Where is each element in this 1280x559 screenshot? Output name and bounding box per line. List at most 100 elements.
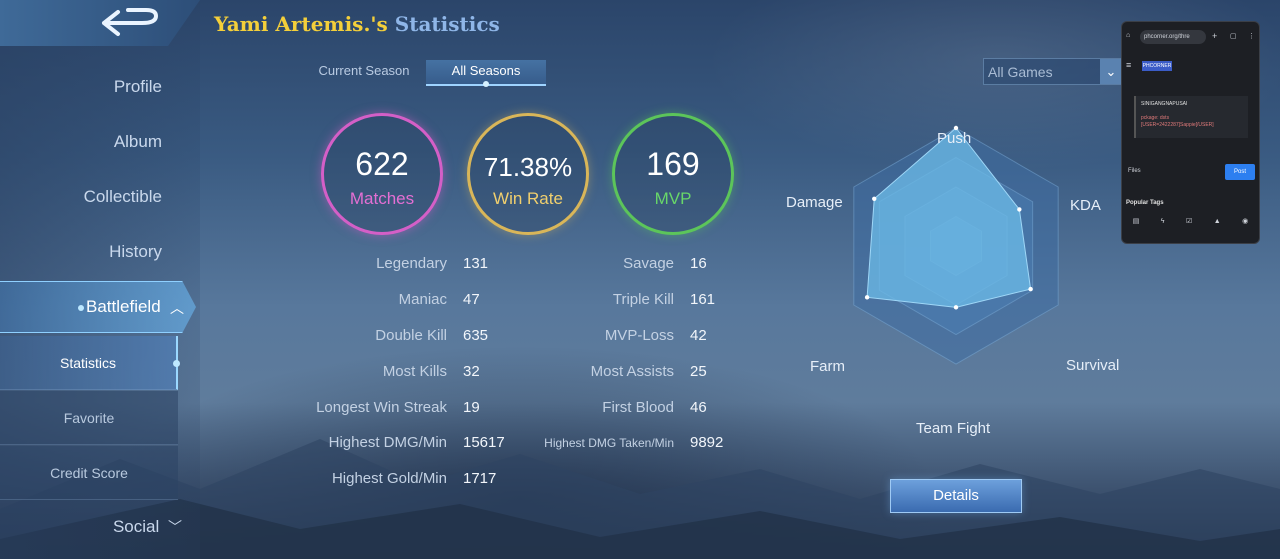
stat-value: 161 (690, 291, 716, 308)
win-rate-value: 71.38% (483, 152, 573, 182)
menu-icon[interactable]: ≡ (1126, 60, 1131, 70)
stat-label: Legendary (376, 255, 447, 272)
tab-all-seasons[interactable]: All Seasons (426, 60, 546, 87)
tab-label: All Seasons (451, 63, 521, 78)
performance-radar-chart (853, 125, 1059, 365)
site-logo[interactable]: PHCORNER (1142, 61, 1172, 71)
stat-value: 47 (463, 291, 480, 308)
sidebar-item-battlefield[interactable]: Battlefield ︿ (0, 281, 196, 333)
radar-label-push: Push (937, 130, 972, 147)
editor-text-line: [USER=2422287]Sappie[/USER] (1141, 122, 1214, 128)
stat-value: 46 (690, 399, 707, 416)
stat-label: Longest Win Streak (316, 399, 447, 416)
radar-label-farm: Farm (810, 358, 845, 375)
chevron-up-icon: ︿ (170, 300, 184, 316)
radar-point-team-fight (953, 305, 959, 310)
radar-label-kda: KDA (1070, 197, 1101, 214)
details-button[interactable]: Details (890, 479, 1022, 513)
chevron-down-icon: ⌄ (1100, 59, 1122, 84)
stat-label: Triple Kill (612, 291, 674, 308)
stat-label: Highest DMG Taken/Min (544, 436, 674, 450)
sidebar-subitem-credit-score[interactable]: Credit Score (0, 446, 178, 500)
title-suffix: Statistics (394, 12, 500, 36)
radar-label-team-fight: Team Fight (916, 420, 991, 437)
stat-value: 635 (463, 327, 489, 344)
url-text[interactable]: phcorner.org/thre (1140, 30, 1206, 44)
game-mode-dropdown[interactable]: All Games ⌄ (983, 58, 1123, 85)
alerts-icon[interactable]: ▲ (1214, 218, 1221, 225)
phone-screen-overlay[interactable]: ⌂ phcorner.org/thre + ▢ ⋮ ≡ PHCORNER SIN… (1121, 21, 1260, 244)
attach-files-button[interactable]: Files (1128, 168, 1141, 174)
stat-value: 15617 (463, 434, 505, 451)
editor-text-line: SINIGANGNAPUSAI (1141, 101, 1188, 107)
stat-value: 32 (463, 363, 480, 380)
browser-url-bar[interactable]: ⌂ phcorner.org/thre + ▢ ⋮ (1126, 30, 1255, 44)
stat-value: 131 (463, 255, 489, 272)
stat-label: Most Assists (590, 363, 674, 380)
active-indicator-dot (78, 305, 84, 311)
win-rate-stat-circle: 71.38% Win Rate (467, 113, 589, 235)
page-title: Yami Artemis.'s Statistics (214, 12, 500, 36)
sidebar-subitem-statistics[interactable]: Statistics (0, 336, 180, 390)
active-indicator-dot (173, 360, 180, 367)
active-indicator-dot (483, 81, 489, 87)
stat-value: 42 (690, 327, 707, 344)
sidebar-item-social[interactable]: Social ﹀ (113, 517, 182, 537)
mvp-stat-circle: 169 MVP (612, 113, 734, 235)
player-name: Yami Artemis.'s (214, 12, 388, 36)
sidebar-item-album[interactable]: Album (114, 132, 162, 152)
chevron-down-icon: ﹀ (168, 519, 182, 535)
stat-value: 16 (690, 255, 707, 272)
stat-label: Highest Gold/Min (331, 470, 447, 487)
bottom-nav: ▤ ϟ ☑ ▲ ◉ (1122, 212, 1259, 230)
radar-point-farm (864, 295, 870, 300)
matches-stat-circle: 622 Matches (321, 113, 443, 235)
editor-text-line: pckage: dsts (1141, 115, 1170, 121)
stat-label: Most Kills (382, 363, 447, 380)
popular-tags-heading: Popular Tags (1126, 200, 1164, 206)
radar-point-kda (1017, 207, 1022, 212)
stat-label: Savage (623, 255, 674, 272)
watched-icon[interactable]: ☑ (1186, 217, 1192, 225)
stat-value: 19 (463, 399, 480, 416)
stat-value: 25 (690, 363, 707, 380)
sidebar-subitem-label: Favorite (63, 410, 115, 426)
sidebar-item-label: Battlefield (86, 297, 161, 316)
radar-data-polygon (866, 127, 1032, 308)
post-editor[interactable]: SINIGANGNAPUSAI pckage: dsts [USER=24222… (1134, 96, 1248, 138)
radar-label-survival: Survival (1066, 357, 1120, 374)
post-button[interactable]: Post (1225, 164, 1255, 180)
sidebar-item-label: Social (112, 517, 160, 536)
home-icon[interactable]: ⌂ (1126, 32, 1130, 39)
sidebar-subitem-label: Credit Score (50, 465, 128, 481)
account-icon[interactable]: ◉ (1242, 217, 1248, 225)
stat-value: 9892 (690, 434, 724, 451)
win-rate-label: Win Rate (493, 189, 563, 208)
stat-label: First Blood (602, 399, 674, 416)
mvp-value: 169 (646, 146, 700, 182)
sidebar-item-profile[interactable]: Profile (114, 77, 162, 97)
stat-label: MVP-Loss (604, 327, 674, 344)
back-button[interactable] (0, 0, 200, 46)
sidebar: Profile Album Collectible History Battle… (0, 0, 200, 559)
sidebar-item-collectible[interactable]: Collectible (84, 187, 162, 207)
sidebar-subitem-favorite[interactable]: Favorite (0, 391, 178, 445)
more-menu-icon[interactable]: ⋮ (1248, 32, 1255, 40)
dropdown-value: All Games (988, 64, 1053, 80)
matches-value: 622 (355, 146, 409, 182)
forums-icon[interactable]: ▤ (1133, 217, 1140, 225)
sidebar-subitem-label: Statistics (59, 355, 116, 371)
matches-label: Matches (349, 189, 415, 208)
stat-label: Double Kill (375, 327, 447, 344)
tabs-icon[interactable]: ▢ (1230, 32, 1237, 40)
whats-new-icon[interactable]: ϟ (1161, 218, 1165, 225)
radar-point-damage (872, 196, 877, 201)
new-tab-icon[interactable]: + (1212, 31, 1217, 41)
tab-current-season[interactable]: Current Season (304, 60, 424, 86)
sidebar-item-history[interactable]: History (109, 242, 162, 262)
radar-label-damage: Damage (786, 194, 843, 211)
stat-label: Highest DMG/Min (328, 434, 447, 451)
stat-value: 1717 (463, 470, 497, 487)
stat-label: Maniac (398, 291, 447, 308)
mvp-label: MVP (654, 189, 692, 208)
